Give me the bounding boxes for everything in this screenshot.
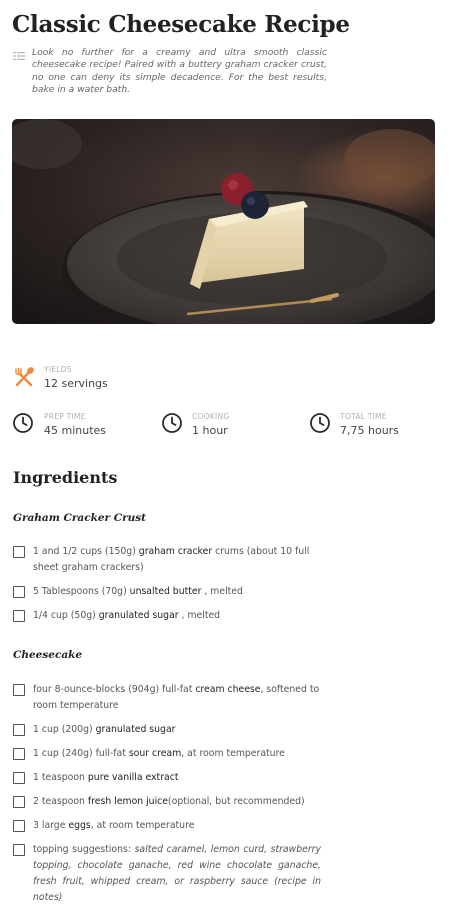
ingredients-heading: Ingredients [13, 468, 118, 487]
ingredient-text: four 8-ounce-blocks (904g) full-fat crea… [33, 684, 320, 711]
total-time-value: 7,75 hours [340, 424, 399, 437]
ingredient-checkbox[interactable] [13, 748, 25, 760]
cooking-value: 1 hour [192, 424, 228, 437]
ingredient-checkbox[interactable] [13, 820, 25, 832]
ingredient-text: 3 large eggs, at room temperature [33, 820, 195, 831]
ingredient-checkbox[interactable] [13, 684, 25, 696]
clock-icon [13, 413, 33, 433]
ingredient-checkbox[interactable] [13, 844, 25, 856]
ingredient-group-title: Cheesecake [13, 649, 83, 661]
ingredient-text: 2 teaspoon fresh lemon juice(optional, b… [33, 796, 305, 807]
text-lines-icon [13, 52, 25, 60]
ingredient-text: 5 Tablespoons (70g) unsalted butter , me… [33, 586, 243, 597]
ingredient-checkbox[interactable] [13, 796, 25, 808]
ingredient-text: 1 cup (240g) full-fat sour cream, at roo… [33, 748, 285, 759]
ingredient-text: 1 teaspoon pure vanilla extract [33, 772, 179, 783]
fork-spoon-icon [15, 367, 34, 387]
clock-icon [162, 413, 182, 433]
ingredient-text: 1 cup (200g) granulated sugar [33, 724, 176, 735]
cooking-label: COOKING [192, 412, 230, 421]
clock-icon [310, 413, 330, 433]
ingredient-checkbox[interactable] [13, 610, 25, 622]
ingredient-checkbox[interactable] [13, 772, 25, 784]
ingredient-checkbox[interactable] [13, 586, 25, 598]
prep-time-value: 45 minutes [44, 424, 107, 437]
ingredient-text: 1 and 1/2 cups (150g) graham cracker cru… [33, 546, 310, 573]
recipe-summary: Look no further for a creamy and ultra s… [32, 47, 327, 96]
prep-time-label: PREP TIME [44, 412, 86, 421]
ingredient-group-title: Graham Cracker Crust [13, 512, 147, 524]
yields-value: 12 servings [44, 377, 108, 390]
ingredient-checkbox[interactable] [13, 546, 25, 558]
yields-label: YIELDS [44, 365, 72, 374]
total-time-label: TOTAL TIME [340, 412, 387, 421]
recipe-photo [12, 119, 435, 324]
ingredient-text: 1/4 cup (50g) granulated sugar , melted [33, 610, 221, 621]
recipe-title: Classic Cheesecake Recipe [12, 11, 350, 38]
ingredient-text: topping suggestions: salted caramel, lem… [33, 844, 321, 903]
ingredient-checkbox[interactable] [13, 724, 25, 736]
